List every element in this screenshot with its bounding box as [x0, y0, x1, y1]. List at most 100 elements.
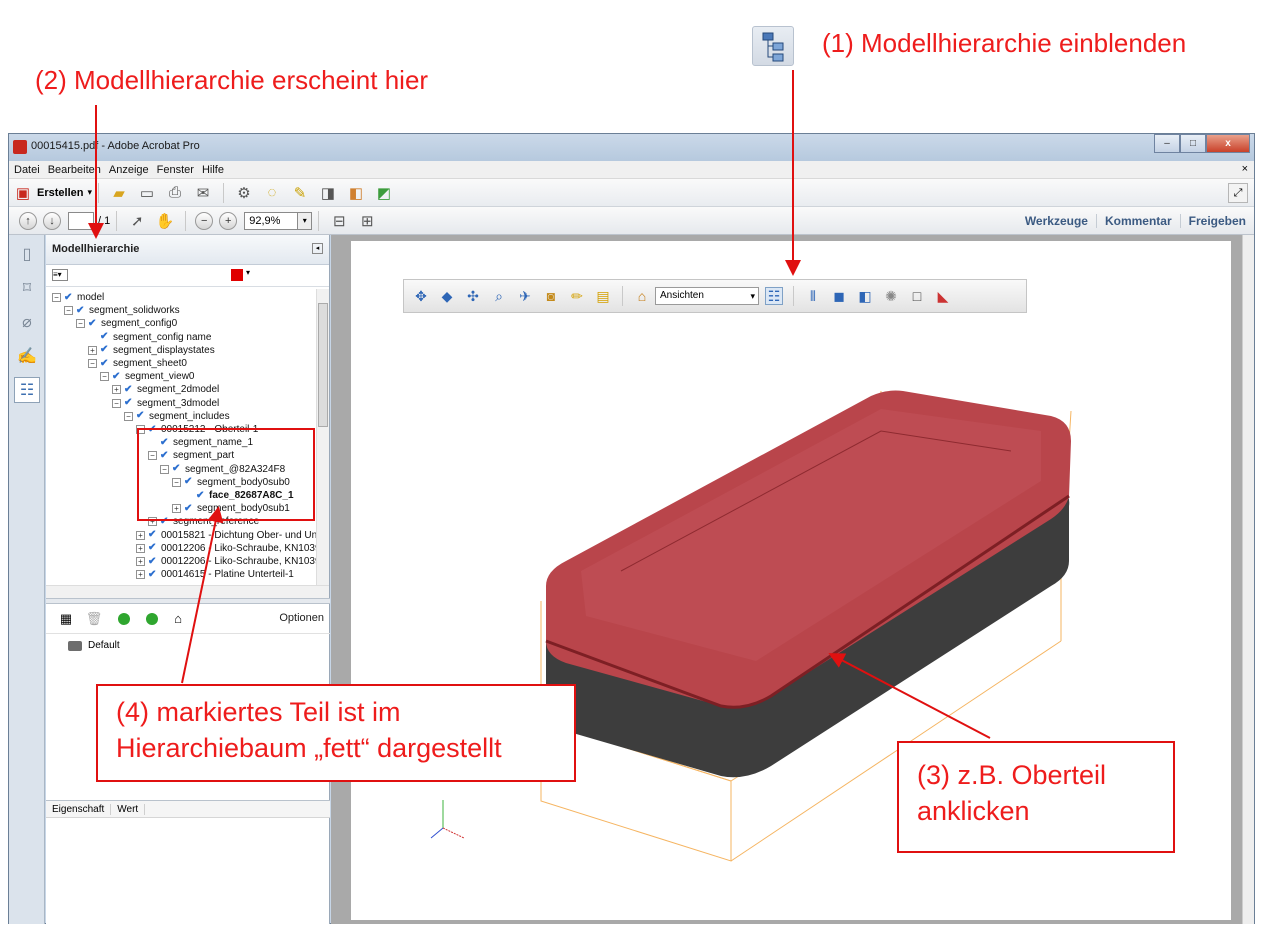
delete-icon[interactable]: 🗑 — [86, 611, 103, 627]
chevron-down-icon[interactable]: ▾ — [87, 187, 92, 198]
previous-page-icon[interactable]: ↑ — [19, 211, 37, 230]
document-scrollbar[interactable] — [1242, 235, 1254, 924]
comment-icon[interactable]: ◌ — [262, 183, 282, 203]
open-folder-icon[interactable]: ▰ — [109, 183, 129, 203]
collapse-panel-icon[interactable]: ◂ — [312, 243, 323, 254]
page-thumbnails-icon[interactable]: ▯ — [14, 241, 40, 267]
highlight-icon[interactable]: ✎ — [290, 183, 310, 203]
add-view-icon[interactable] — [118, 612, 130, 625]
visibility-checkbox[interactable]: ✔ — [76, 305, 86, 316]
expand-icon[interactable]: + — [136, 543, 145, 553]
visibility-checkbox[interactable]: ✔ — [124, 384, 134, 395]
tree-node[interactable]: + ✔ 00014615 - Platine Unterteil-1 — [136, 568, 294, 581]
document-export-icon[interactable]: ◩ — [374, 183, 394, 203]
menu-fenster[interactable]: Fenster — [157, 164, 194, 176]
tree-node[interactable]: + ✔ segment_2dmodel — [112, 383, 219, 396]
close-document-icon[interactable]: × — [1242, 163, 1248, 175]
visibility-checkbox[interactable]: ✔ — [148, 543, 158, 553]
visibility-checkbox[interactable]: ✔ — [124, 398, 134, 408]
signatures-icon[interactable]: ✍ — [14, 343, 40, 369]
scroll-thumb[interactable] — [318, 303, 328, 427]
visibility-checkbox[interactable]: ✔ — [100, 332, 110, 342]
tree-node[interactable]: − ✔ segment_solidworks — [64, 304, 180, 317]
zoom-out-icon[interactable]: − — [195, 211, 214, 230]
tree-scrollbar[interactable] — [316, 289, 329, 585]
collapse-icon[interactable]: − — [100, 372, 109, 382]
visibility-checkbox[interactable]: ✔ — [100, 358, 110, 369]
email-icon[interactable]: ✉ — [193, 183, 213, 203]
tree-node[interactable]: + ✔ segment_displaystates — [88, 344, 215, 357]
stamp-icon[interactable]: ◨ — [318, 183, 338, 203]
zoom-in-icon[interactable]: + — [219, 211, 238, 230]
expand-icon[interactable]: + — [136, 557, 145, 566]
collapse-icon[interactable]: − — [76, 319, 85, 329]
tree-horizontal-scrollbar[interactable] — [46, 585, 329, 598]
expand-icon[interactable]: + — [136, 530, 145, 540]
maximize-button[interactable]: □ — [1180, 134, 1206, 153]
expand-icon[interactable]: ⤢ — [1228, 183, 1248, 203]
share-link[interactable]: Freigeben — [1179, 214, 1254, 228]
tree-node[interactable]: − ✔ segment_config0 — [76, 317, 177, 330]
color-dropdown-icon[interactable]: ▾ — [246, 268, 250, 277]
select-cursor-icon[interactable]: ➚ — [127, 211, 147, 231]
tree-node[interactable]: − ✔ segment_3dmodel — [112, 397, 219, 410]
fit-width-icon[interactable]: ⊟ — [329, 211, 349, 231]
view-item-default[interactable]: Default — [68, 640, 120, 651]
collapse-icon[interactable]: − — [88, 359, 97, 368]
tree-node[interactable]: + ✔ 00012206 - Liko-Schraube, KN1039 — [136, 542, 316, 555]
update-view-icon[interactable] — [146, 612, 158, 625]
visibility-checkbox[interactable]: ✔ — [148, 530, 158, 540]
fit-page-icon[interactable]: ⊞ — [357, 211, 377, 231]
expand-icon[interactable]: + — [88, 345, 97, 355]
tree-node[interactable]: − ✔ segment_sheet0 — [88, 357, 187, 370]
visibility-checkbox[interactable]: ✔ — [136, 411, 146, 421]
options-menu[interactable]: Optionen — [279, 612, 324, 624]
collapse-icon[interactable]: − — [64, 306, 73, 316]
annotation-step4-line1: (4) markiertes Teil ist im — [116, 697, 401, 727]
visibility-checkbox[interactable]: ✔ — [148, 556, 158, 567]
collapse-icon[interactable]: − — [52, 293, 61, 302]
visibility-checkbox[interactable]: ✔ — [112, 371, 122, 382]
menu-bearbeiten[interactable]: Bearbeiten — [48, 164, 101, 176]
tree-options-icon[interactable]: ≡▾ — [52, 269, 68, 281]
tree-node[interactable]: ✔ segment_config name — [88, 331, 211, 344]
settings-gear-icon[interactable]: ⚙ — [234, 183, 254, 203]
collapse-icon[interactable]: − — [112, 398, 121, 408]
visibility-checkbox[interactable]: ✔ — [148, 569, 158, 580]
tree-node[interactable]: − ✔ model — [52, 291, 104, 304]
visibility-checkbox[interactable]: ✔ — [100, 345, 110, 355]
tree-node[interactable]: + ✔ 00012206 - Liko-Schraube, KN1039 — [136, 555, 316, 568]
document-edit-icon[interactable]: ◧ — [346, 183, 366, 203]
menu-anzeige[interactable]: Anzeige — [109, 164, 149, 176]
collapse-icon[interactable]: − — [124, 411, 133, 421]
expand-icon[interactable]: + — [112, 385, 121, 395]
color-picker[interactable] — [231, 269, 243, 281]
create-button[interactable]: Erstellen — [37, 187, 83, 199]
minimize-button[interactable]: – — [1154, 134, 1180, 153]
tree-node[interactable]: − ✔ segment_includes — [124, 410, 230, 423]
next-page-icon[interactable]: ↓ — [43, 211, 61, 230]
menu-datei[interactable]: Datei — [14, 164, 40, 176]
print-icon[interactable]: ⎙ — [165, 183, 185, 203]
page-number-input[interactable] — [68, 211, 94, 230]
visibility-checkbox[interactable]: ✔ — [88, 318, 98, 329]
bookmarks-icon[interactable]: ⌑ — [14, 275, 40, 301]
close-button[interactable]: x — [1206, 134, 1250, 153]
model-tree-icon[interactable]: ☷ — [14, 377, 40, 403]
tree-node[interactable]: − ✔ segment_view0 — [100, 370, 194, 383]
zoom-dropdown-icon[interactable]: ▾ — [298, 211, 313, 230]
toolbar-separator — [223, 182, 224, 203]
tools-link[interactable]: Werkzeuge — [1017, 214, 1096, 228]
hand-tool-icon[interactable]: ✋ — [155, 211, 175, 231]
annotation-step3-line2: anklicken — [917, 796, 1030, 826]
attachments-icon[interactable]: ⌀ — [14, 309, 40, 335]
menu-hilfe[interactable]: Hilfe — [202, 164, 224, 176]
camera-new-view-icon[interactable]: ▦ — [58, 611, 74, 627]
expand-icon[interactable]: + — [136, 570, 145, 580]
zoom-field[interactable]: 92,9% — [244, 211, 299, 230]
comment-link[interactable]: Kommentar — [1095, 214, 1180, 228]
visibility-checkbox[interactable]: ✔ — [64, 292, 74, 303]
tree-node[interactable]: + ✔ 00015821 - Dichtung Ober- und Un — [136, 529, 316, 542]
save-icon[interactable]: ▭ — [137, 183, 157, 203]
home-view-icon[interactable]: ⌂ — [170, 611, 186, 627]
